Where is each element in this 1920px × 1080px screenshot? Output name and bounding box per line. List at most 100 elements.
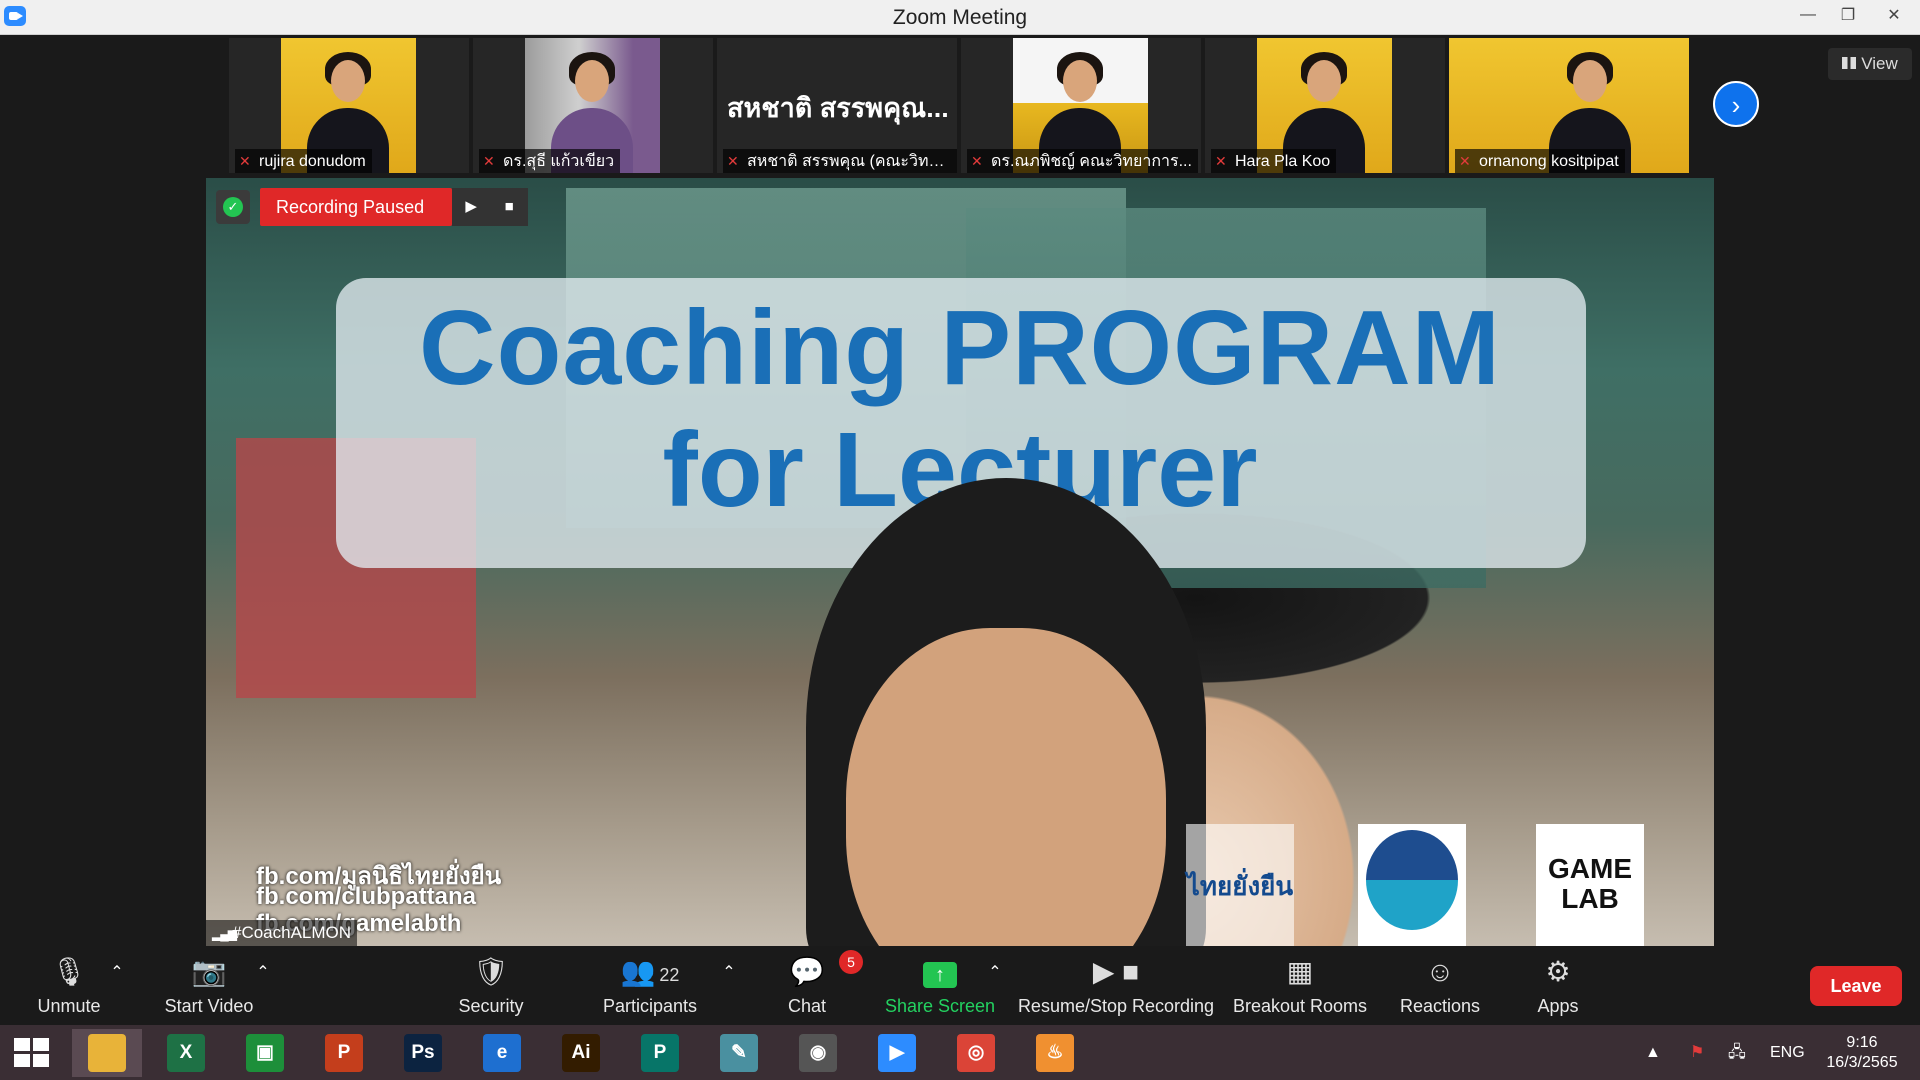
internet-explorer-icon: e <box>483 1034 521 1072</box>
chat-icon: 💬 <box>789 956 825 987</box>
tray-overflow-icon[interactable]: ▲ <box>1645 1025 1661 1080</box>
photoshop-icon: Ps <box>404 1034 442 1072</box>
taskbar-publisher[interactable]: P <box>625 1029 695 1077</box>
taskbar-store[interactable]: ▣ <box>230 1029 300 1077</box>
chat-unread-badge: 5 <box>839 950 863 974</box>
reactions-button[interactable]: ☺ Reactions <box>1395 946 1485 1025</box>
reactions-icon: ☺ <box>1425 956 1455 987</box>
store-icon: ▣ <box>246 1034 284 1072</box>
taskbar-paint[interactable]: ♨ <box>1020 1029 1090 1077</box>
unmute-button[interactable]: 🎙 Unmute <box>24 946 114 1025</box>
mic-muted-icon: ✕ <box>727 153 739 169</box>
participant-tile[interactable]: ✕ Hara Pla Koo <box>1205 38 1445 173</box>
reactions-label: Reactions <box>1399 996 1481 1016</box>
participant-count: 22 <box>659 965 680 985</box>
taskbar-zoom[interactable]: ▶ <box>862 1029 932 1077</box>
circle-logo <box>1358 824 1466 946</box>
participant-name: ✕ Hara Pla Koo <box>1211 149 1337 173</box>
main-video: Coaching PROGRAM for Lecturer fb.com/มูล… <box>206 178 1714 946</box>
participant-strip: ✕ rujira donudom ✕ ดร.สุธี แก้วเขียว สหชาต… <box>0 35 1920 175</box>
taskbar-photoshop[interactable]: Ps <box>388 1029 458 1077</box>
clock-date: 16/3/2565 <box>1826 1054 1898 1071</box>
input-language[interactable]: ENG <box>1770 1025 1805 1080</box>
participant-name: ✕ สหชาติ สรรพคุณ (คณะวิทย์... <box>723 149 957 173</box>
window-titlebar: Zoom Meeting — ❐ ✕ <box>0 0 1920 35</box>
taskbar-file-explorer[interactable] <box>72 1029 142 1077</box>
taskbar-photoscape[interactable]: ◉ <box>783 1029 853 1077</box>
chat-label: Chat <box>787 996 827 1016</box>
breakout-rooms-icon: ▦ <box>1286 956 1314 987</box>
recording-indicator: ✓ Recording Paused ▶ ■ <box>216 188 529 226</box>
breakout-rooms-button[interactable]: ▦ Breakout Rooms <box>1230 946 1370 1025</box>
heading-line-1: Coaching PROGRAM <box>419 289 1501 407</box>
resume-stop-recording-button[interactable]: ▶ ■ Resume/Stop Recording <box>1016 946 1216 1025</box>
publisher-icon: P <box>641 1034 679 1072</box>
apps-button[interactable]: ⚙ Apps <box>1522 946 1594 1025</box>
taskbar-internet-explorer[interactable]: e <box>467 1029 537 1077</box>
minimize-button[interactable]: — <box>1788 0 1828 30</box>
chrome-icon: ◎ <box>957 1034 995 1072</box>
paint-icon: ♨ <box>1036 1034 1074 1072</box>
participant-tile[interactable]: ✕ ดร.สุธี แก้วเขียว <box>473 38 713 173</box>
mic-muted-icon: ✕ <box>1459 153 1471 169</box>
file-explorer-icon <box>88 1034 126 1072</box>
participant-tile[interactable]: ✕ ดร.ณภพิชญ์ คณะวิทยาการ... <box>961 38 1201 173</box>
taskbar-excel[interactable]: X <box>151 1029 221 1077</box>
participant-name: ✕ ดร.สุธี แก้วเขียว <box>479 149 621 173</box>
system-clock[interactable]: 9:16 16/3/2565 <box>1810 1033 1914 1073</box>
start-video-button[interactable]: 📷 Start Video <box>155 946 263 1025</box>
window-controls: — ❐ ✕ <box>1788 0 1920 34</box>
taskbar-illustrator[interactable]: Ai <box>546 1029 616 1077</box>
leave-button[interactable]: Leave <box>1810 966 1902 1006</box>
speaker-name-label: ▂▄▆#CoachALMON <box>206 920 358 946</box>
mic-muted-icon: 🎙 <box>51 956 87 987</box>
excel-icon: X <box>167 1034 205 1072</box>
security-label: Security <box>458 996 524 1016</box>
participant-name: ✕ ดร.ณภพิชญ์ คณะวิทยาการ... <box>967 149 1198 173</box>
participants-label: Participants <box>602 996 698 1016</box>
network-icon[interactable]: 🖧 <box>1728 1025 1746 1080</box>
clock-time: 9:16 <box>1846 1034 1878 1051</box>
taskbar-chrome[interactable]: ◎ <box>941 1029 1011 1077</box>
recording-controls-icon: ▶ ■ <box>1092 956 1140 987</box>
stop-recording-button[interactable]: ■ <box>490 188 529 226</box>
window-title: Zoom Meeting <box>892 6 1028 29</box>
mic-muted-icon: ✕ <box>239 153 251 169</box>
photoscape-icon: ◉ <box>799 1034 837 1072</box>
apps-icon: ⚙ <box>1545 956 1571 987</box>
participant-name: ✕ rujira donudom <box>235 149 372 173</box>
next-page-button[interactable]: › <box>1713 81 1759 127</box>
recording-label: Resume/Stop Recording <box>1017 996 1215 1016</box>
chat-button[interactable]: 💬 5 Chat <box>766 946 863 1025</box>
action-center-flag-icon[interactable]: ⚑ <box>1690 1025 1704 1080</box>
participant-tile[interactable]: ✕ rujira donudom <box>229 38 469 173</box>
apps-label: Apps <box>1537 996 1579 1016</box>
gamelab-logo: GAME LAB <box>1536 824 1644 946</box>
view-label: View <box>1861 54 1898 73</box>
restore-button[interactable]: ❐ <box>1828 0 1868 30</box>
signal-bars-icon: ▂▄▆ <box>212 927 237 941</box>
share-screen-label: Share Screen <box>884 996 996 1016</box>
taskbar-powerpoint[interactable]: P <box>309 1029 379 1077</box>
windows-start-icon[interactable] <box>14 1038 50 1068</box>
participants-icon-wrap: 👥 22 <box>594 956 706 988</box>
mic-muted-icon: ✕ <box>483 153 495 169</box>
share-screen-button[interactable]: ↑ Share Screen <box>880 946 1000 1025</box>
shield-icon: 🛡 <box>473 956 509 987</box>
mic-muted-icon: ✕ <box>1215 153 1227 169</box>
unmute-label: Unmute <box>37 996 101 1016</box>
close-button[interactable]: ✕ <box>1868 0 1920 30</box>
participant-tile[interactable]: สหชาติ สรรพคุณ... ✕ สหชาติ สรรพคุณ (คณะวิ… <box>717 38 957 173</box>
powerpoint-icon: P <box>325 1034 363 1072</box>
view-button[interactable]: View <box>1828 48 1912 80</box>
security-shield-icon[interactable]: ✓ <box>216 190 250 224</box>
resume-recording-button[interactable]: ▶ <box>452 188 491 226</box>
participant-tile[interactable]: ✕ ornanong kositpipat <box>1449 38 1689 173</box>
zoom-icon: ▶ <box>878 1034 916 1072</box>
meeting-toolbar: 🎙 Unmute ⌃ 📷 Start Video ⌃ 🛡 Security 👥 2… <box>0 946 1920 1025</box>
security-button[interactable]: 🛡 Security <box>448 946 534 1025</box>
participants-button[interactable]: 👥 22 Participants <box>594 946 706 1025</box>
grid-icon <box>1842 57 1857 69</box>
notepad-icon: ✎ <box>720 1034 758 1072</box>
taskbar-notepad[interactable]: ✎ <box>704 1029 774 1077</box>
